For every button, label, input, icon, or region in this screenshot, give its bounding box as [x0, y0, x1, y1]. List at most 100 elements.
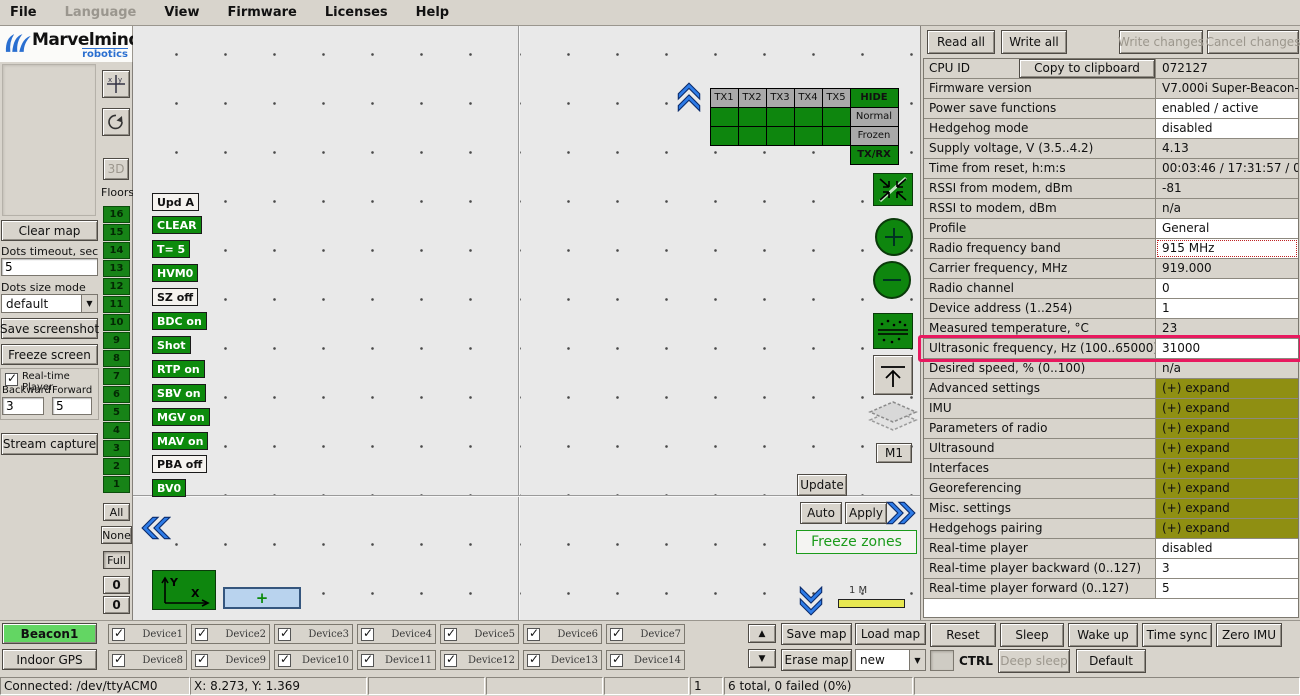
device-checkbox-cell[interactable]: Device3: [274, 624, 353, 644]
save-map-button[interactable]: Save map: [781, 623, 852, 645]
device3-checkbox[interactable]: [278, 628, 291, 641]
floor-button-14[interactable]: 14: [103, 242, 130, 259]
param-value[interactable]: 1: [1156, 299, 1298, 318]
wake-up-button[interactable]: Wake up: [1068, 623, 1138, 647]
floors-full-button[interactable]: Full: [103, 551, 130, 569]
expand-cell[interactable]: (+) expand: [1156, 439, 1298, 458]
tx3-header[interactable]: TX3: [766, 88, 795, 108]
tx5-header[interactable]: TX5: [822, 88, 851, 108]
floor-button-1[interactable]: 1: [103, 476, 130, 493]
map-button-clear[interactable]: CLEAR: [152, 216, 202, 234]
param-value[interactable]: 915 MHz: [1156, 239, 1298, 258]
param-value[interactable]: 5: [1156, 579, 1298, 598]
device-checkbox-cell[interactable]: Device12: [440, 650, 519, 670]
device-checkbox-cell[interactable]: Device6: [523, 624, 602, 644]
tx1-header[interactable]: TX1: [710, 88, 739, 108]
param-value[interactable]: disabled: [1156, 539, 1298, 558]
expand-cell[interactable]: (+) expand: [1156, 419, 1298, 438]
stream-capture-button[interactable]: Stream capture: [1, 433, 98, 455]
floor-button-10[interactable]: 10: [103, 314, 130, 331]
device5-checkbox[interactable]: [444, 628, 457, 641]
device2-checkbox[interactable]: [195, 628, 208, 641]
map-button-upd-a[interactable]: Upd A: [152, 193, 199, 211]
device1-checkbox[interactable]: [112, 628, 125, 641]
floor-button-4[interactable]: 4: [103, 422, 130, 439]
layers-icon[interactable]: [867, 398, 919, 440]
scroll-down-icon[interactable]: [798, 586, 824, 616]
tx-frozen-button[interactable]: Frozen: [850, 126, 899, 146]
device10-checkbox[interactable]: [278, 654, 291, 667]
scroll-up-icon[interactable]: [676, 82, 702, 112]
forward-input[interactable]: [52, 397, 92, 415]
tx-normal-button[interactable]: Normal: [850, 107, 899, 127]
expand-cell[interactable]: (+) expand: [1156, 399, 1298, 418]
device-checkbox-cell[interactable]: Device14: [606, 650, 685, 670]
device-checkbox-cell[interactable]: Device4: [357, 624, 436, 644]
map-button-bv0[interactable]: BV0: [152, 479, 186, 497]
device11-checkbox[interactable]: [361, 654, 374, 667]
device8-checkbox[interactable]: [112, 654, 125, 667]
param-value[interactable]: 0: [1156, 279, 1298, 298]
menu-view[interactable]: View: [164, 5, 199, 20]
copy-to-clipboard-button[interactable]: Copy to clipboard: [1019, 59, 1155, 78]
zero-imu-button[interactable]: Zero IMU: [1216, 623, 1282, 647]
expand-cell[interactable]: (+) expand: [1156, 499, 1298, 518]
tx-cell[interactable]: [822, 126, 851, 146]
floor-button-9[interactable]: 9: [103, 332, 130, 349]
freeze-screen-button[interactable]: Freeze screen: [1, 344, 98, 365]
expand-cell[interactable]: (+) expand: [1156, 519, 1298, 538]
floor-button-16[interactable]: 16: [103, 206, 130, 223]
map-button-pba-off[interactable]: PBA off: [152, 455, 207, 473]
device-checkbox-cell[interactable]: Device5: [440, 624, 519, 644]
tx-cell[interactable]: [794, 107, 823, 127]
freeze-zones-button[interactable]: Freeze zones: [796, 530, 917, 554]
device-checkbox-cell[interactable]: Device11: [357, 650, 436, 670]
floor-spin-lower[interactable]: 0: [103, 596, 130, 614]
floor-button-6[interactable]: 6: [103, 386, 130, 403]
map-button-hvm0[interactable]: HVM0: [152, 264, 198, 282]
zoom-out-button[interactable]: [873, 261, 911, 299]
update-button[interactable]: Update: [797, 474, 847, 496]
floor-button-3[interactable]: 3: [103, 440, 130, 457]
floor-button-15[interactable]: 15: [103, 224, 130, 241]
map-select[interactable]: new ▼: [855, 649, 926, 671]
floor-button-13[interactable]: 13: [103, 260, 130, 277]
floor-button-11[interactable]: 11: [103, 296, 130, 313]
floor-button-2[interactable]: 2: [103, 458, 130, 475]
device9-checkbox[interactable]: [195, 654, 208, 667]
device-checkbox-cell[interactable]: Device8: [108, 650, 187, 670]
backward-input[interactable]: [2, 397, 44, 415]
device-row-down-button[interactable]: ▼: [748, 649, 776, 668]
device7-checkbox[interactable]: [610, 628, 623, 641]
xy-axes-button[interactable]: xy: [102, 70, 130, 98]
add-submap-button[interactable]: +: [223, 587, 301, 609]
device-checkbox-cell[interactable]: Device7: [606, 624, 685, 644]
tx-cell[interactable]: [822, 107, 851, 127]
dots-size-select[interactable]: default ▼: [1, 294, 98, 313]
fit-view-button[interactable]: [873, 173, 913, 206]
device12-checkbox[interactable]: [444, 654, 457, 667]
clear-map-button[interactable]: Clear map: [1, 220, 98, 241]
m1-button[interactable]: M1: [876, 443, 912, 463]
chevron-down-icon[interactable]: ▼: [909, 650, 925, 670]
scroll-left-icon[interactable]: [141, 515, 171, 541]
floors-none-button[interactable]: None: [101, 526, 132, 544]
map-button-sbv-on[interactable]: SBV on: [152, 384, 206, 402]
device13-checkbox[interactable]: [527, 654, 540, 667]
param-value[interactable]: 31000: [1156, 339, 1298, 358]
map-button-bdc-on[interactable]: BDC on: [152, 312, 207, 330]
tx2-header[interactable]: TX2: [738, 88, 767, 108]
ctrl-checkbox[interactable]: [930, 650, 954, 671]
map-button-shot[interactable]: Shot: [152, 336, 191, 354]
device-checkbox-cell[interactable]: Device13: [523, 650, 602, 670]
expand-cell[interactable]: (+) expand: [1156, 479, 1298, 498]
param-value[interactable]: disabled: [1156, 119, 1298, 138]
move-to-top-button[interactable]: [873, 355, 913, 395]
tx-cell[interactable]: [766, 126, 795, 146]
scroll-right-icon[interactable]: [886, 500, 916, 526]
menu-firmware[interactable]: Firmware: [228, 5, 297, 20]
save-screenshot-button[interactable]: Save screenshot: [1, 318, 98, 339]
floor-button-12[interactable]: 12: [103, 278, 130, 295]
indoor-gps-tab[interactable]: Indoor GPS: [2, 649, 97, 670]
expand-cell[interactable]: (+) expand: [1156, 459, 1298, 478]
